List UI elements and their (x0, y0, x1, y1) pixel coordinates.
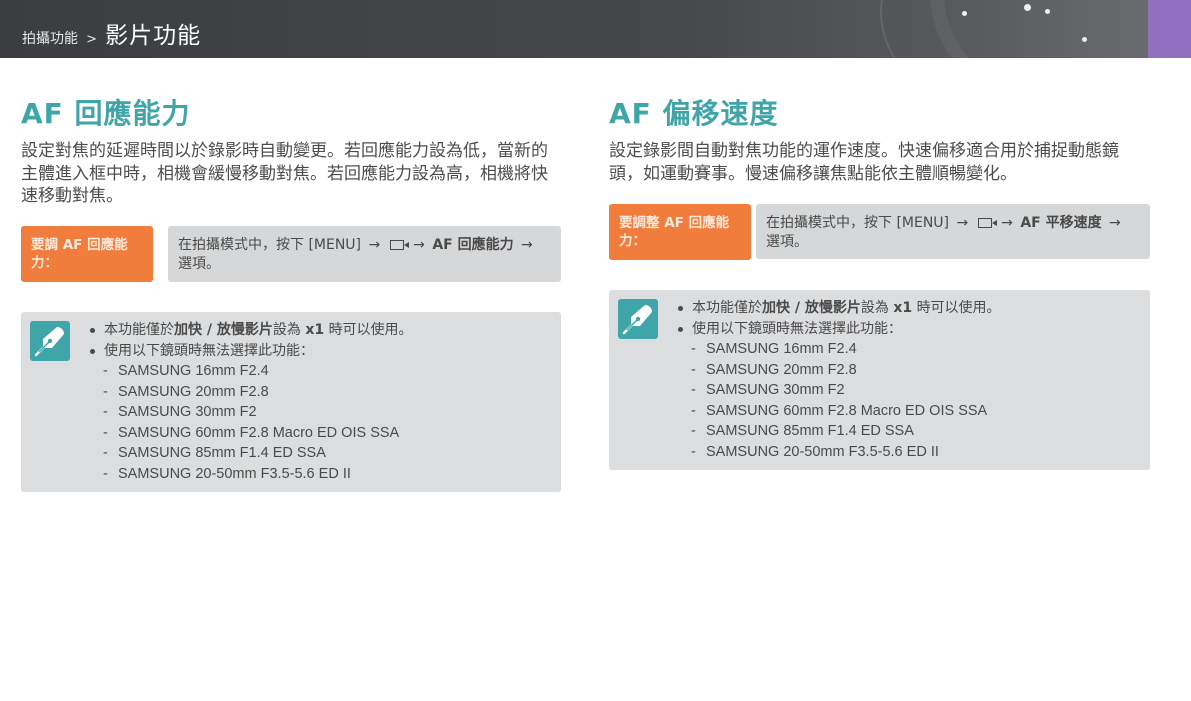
note-item: 本功能僅於加快 / 放慢影片設為 x1 時可以使用。 (677, 298, 1140, 319)
section-description: 設定對焦的延遲時間以於錄影時自動變更。若回應能力設為低，當新的主體進入框中時，相… (21, 141, 548, 206)
lens-item: SAMSUNG 20-50mm F3.5-5.6 ED II (89, 464, 551, 485)
pen-nib-note-icon (618, 299, 658, 339)
note-box: 本功能僅於加快 / 放慢影片設為 x1 時可以使用。 使用以下鏡頭時無法選擇此功… (609, 290, 1150, 470)
lens-item: SAMSUNG 30mm F2 (677, 380, 1140, 401)
movie-mode-icon (389, 240, 409, 250)
note-item: 本功能僅於加快 / 放慢影片設為 x1 時可以使用。 (89, 320, 551, 341)
section-title: AF 偏移速度 (609, 97, 779, 130)
menu-option-name: AF 平移速度 (1020, 215, 1102, 231)
lens-item: SAMSUNG 60mm F2.8 Macro ED OIS SSA (89, 423, 551, 444)
howto-steps: 在拍攝模式中，按下 [MENU] → → AF 回應能力 → 選項。 (168, 226, 561, 282)
menu-option-name: AF 回應能力 (432, 237, 514, 253)
page-header: 拍攝功能 > 影片功能 (0, 0, 1191, 58)
movie-mode-icon (977, 218, 997, 228)
lens-list: SAMSUNG 16mm F2.4 SAMSUNG 20mm F2.8 SAMS… (677, 339, 1140, 462)
lens-item: SAMSUNG 60mm F2.8 Macro ED OIS SSA (677, 401, 1140, 422)
chapter-tab-accent (1148, 0, 1191, 58)
steps-prefix: 在拍攝模式中，按下 [MENU] (178, 237, 362, 253)
steps-suffix: 選項。 (178, 256, 220, 272)
lens-list-container: SAMSUNG 16mm F2.4 SAMSUNG 20mm F2.8 SAMS… (89, 361, 551, 484)
header-sparkle (1024, 4, 1031, 11)
arrow-icon: → (956, 215, 969, 231)
howto-label: 要調 AF 回應能力： (21, 226, 153, 282)
note-item: 使用以下鏡頭時無法選擇此功能： (677, 319, 1140, 340)
pen-nib-note-icon (30, 321, 70, 361)
arrow-icon: → (1001, 215, 1013, 231)
lens-item: SAMSUNG 85mm F1.4 ED SSA (677, 421, 1140, 442)
section-description: 設定錄影間自動對焦功能的運作速度。快速偏移適合用於捕捉動態鏡頭，如運動賽事。慢速… (609, 141, 1119, 184)
arrow-icon: → (521, 237, 533, 253)
note-list: 本功能僅於加快 / 放慢影片設為 x1 時可以使用。 使用以下鏡頭時無法選擇此功… (609, 298, 1140, 462)
note-box: 本功能僅於加快 / 放慢影片設為 x1 時可以使用。 使用以下鏡頭時無法選擇此功… (21, 312, 561, 492)
lens-list-container: SAMSUNG 16mm F2.4 SAMSUNG 20mm F2.8 SAMS… (677, 339, 1140, 462)
steps-prefix: 在拍攝模式中，按下 [MENU] (766, 215, 950, 231)
lens-item: SAMSUNG 30mm F2 (89, 402, 551, 423)
arrow-icon: → (368, 237, 381, 253)
steps-suffix: 選項。 (766, 234, 808, 250)
breadcrumb-separator: > (86, 32, 97, 47)
lens-item: SAMSUNG 20mm F2.8 (677, 360, 1140, 381)
header-sparkle (1082, 37, 1087, 42)
note-item: 使用以下鏡頭時無法選擇此功能： (89, 341, 551, 362)
lens-item: SAMSUNG 16mm F2.4 (677, 339, 1140, 360)
breadcrumb-current: 影片功能 (105, 23, 202, 49)
arrow-icon: → (1109, 215, 1121, 231)
note-list: 本功能僅於加快 / 放慢影片設為 x1 時可以使用。 使用以下鏡頭時無法選擇此功… (21, 320, 551, 484)
lens-item: SAMSUNG 20-50mm F3.5-5.6 ED II (677, 442, 1140, 463)
lens-list: SAMSUNG 16mm F2.4 SAMSUNG 20mm F2.8 SAMS… (89, 361, 551, 484)
howto-steps: 在拍攝模式中，按下 [MENU] → → AF 平移速度 → 選項。 (756, 204, 1150, 259)
breadcrumb-parent[interactable]: 拍攝功能 (22, 31, 78, 47)
breadcrumb: 拍攝功能 > 影片功能 (22, 16, 201, 50)
lens-item: SAMSUNG 20mm F2.8 (89, 382, 551, 403)
header-sparkle (962, 11, 967, 16)
header-sparkle (1045, 9, 1050, 14)
arrow-icon: → (413, 237, 425, 253)
section-title: AF 回應能力 (21, 97, 191, 130)
lens-item: SAMSUNG 85mm F1.4 ED SSA (89, 443, 551, 464)
lens-item: SAMSUNG 16mm F2.4 (89, 361, 551, 382)
howto-label: 要調整 AF 回應能力： (609, 204, 751, 260)
